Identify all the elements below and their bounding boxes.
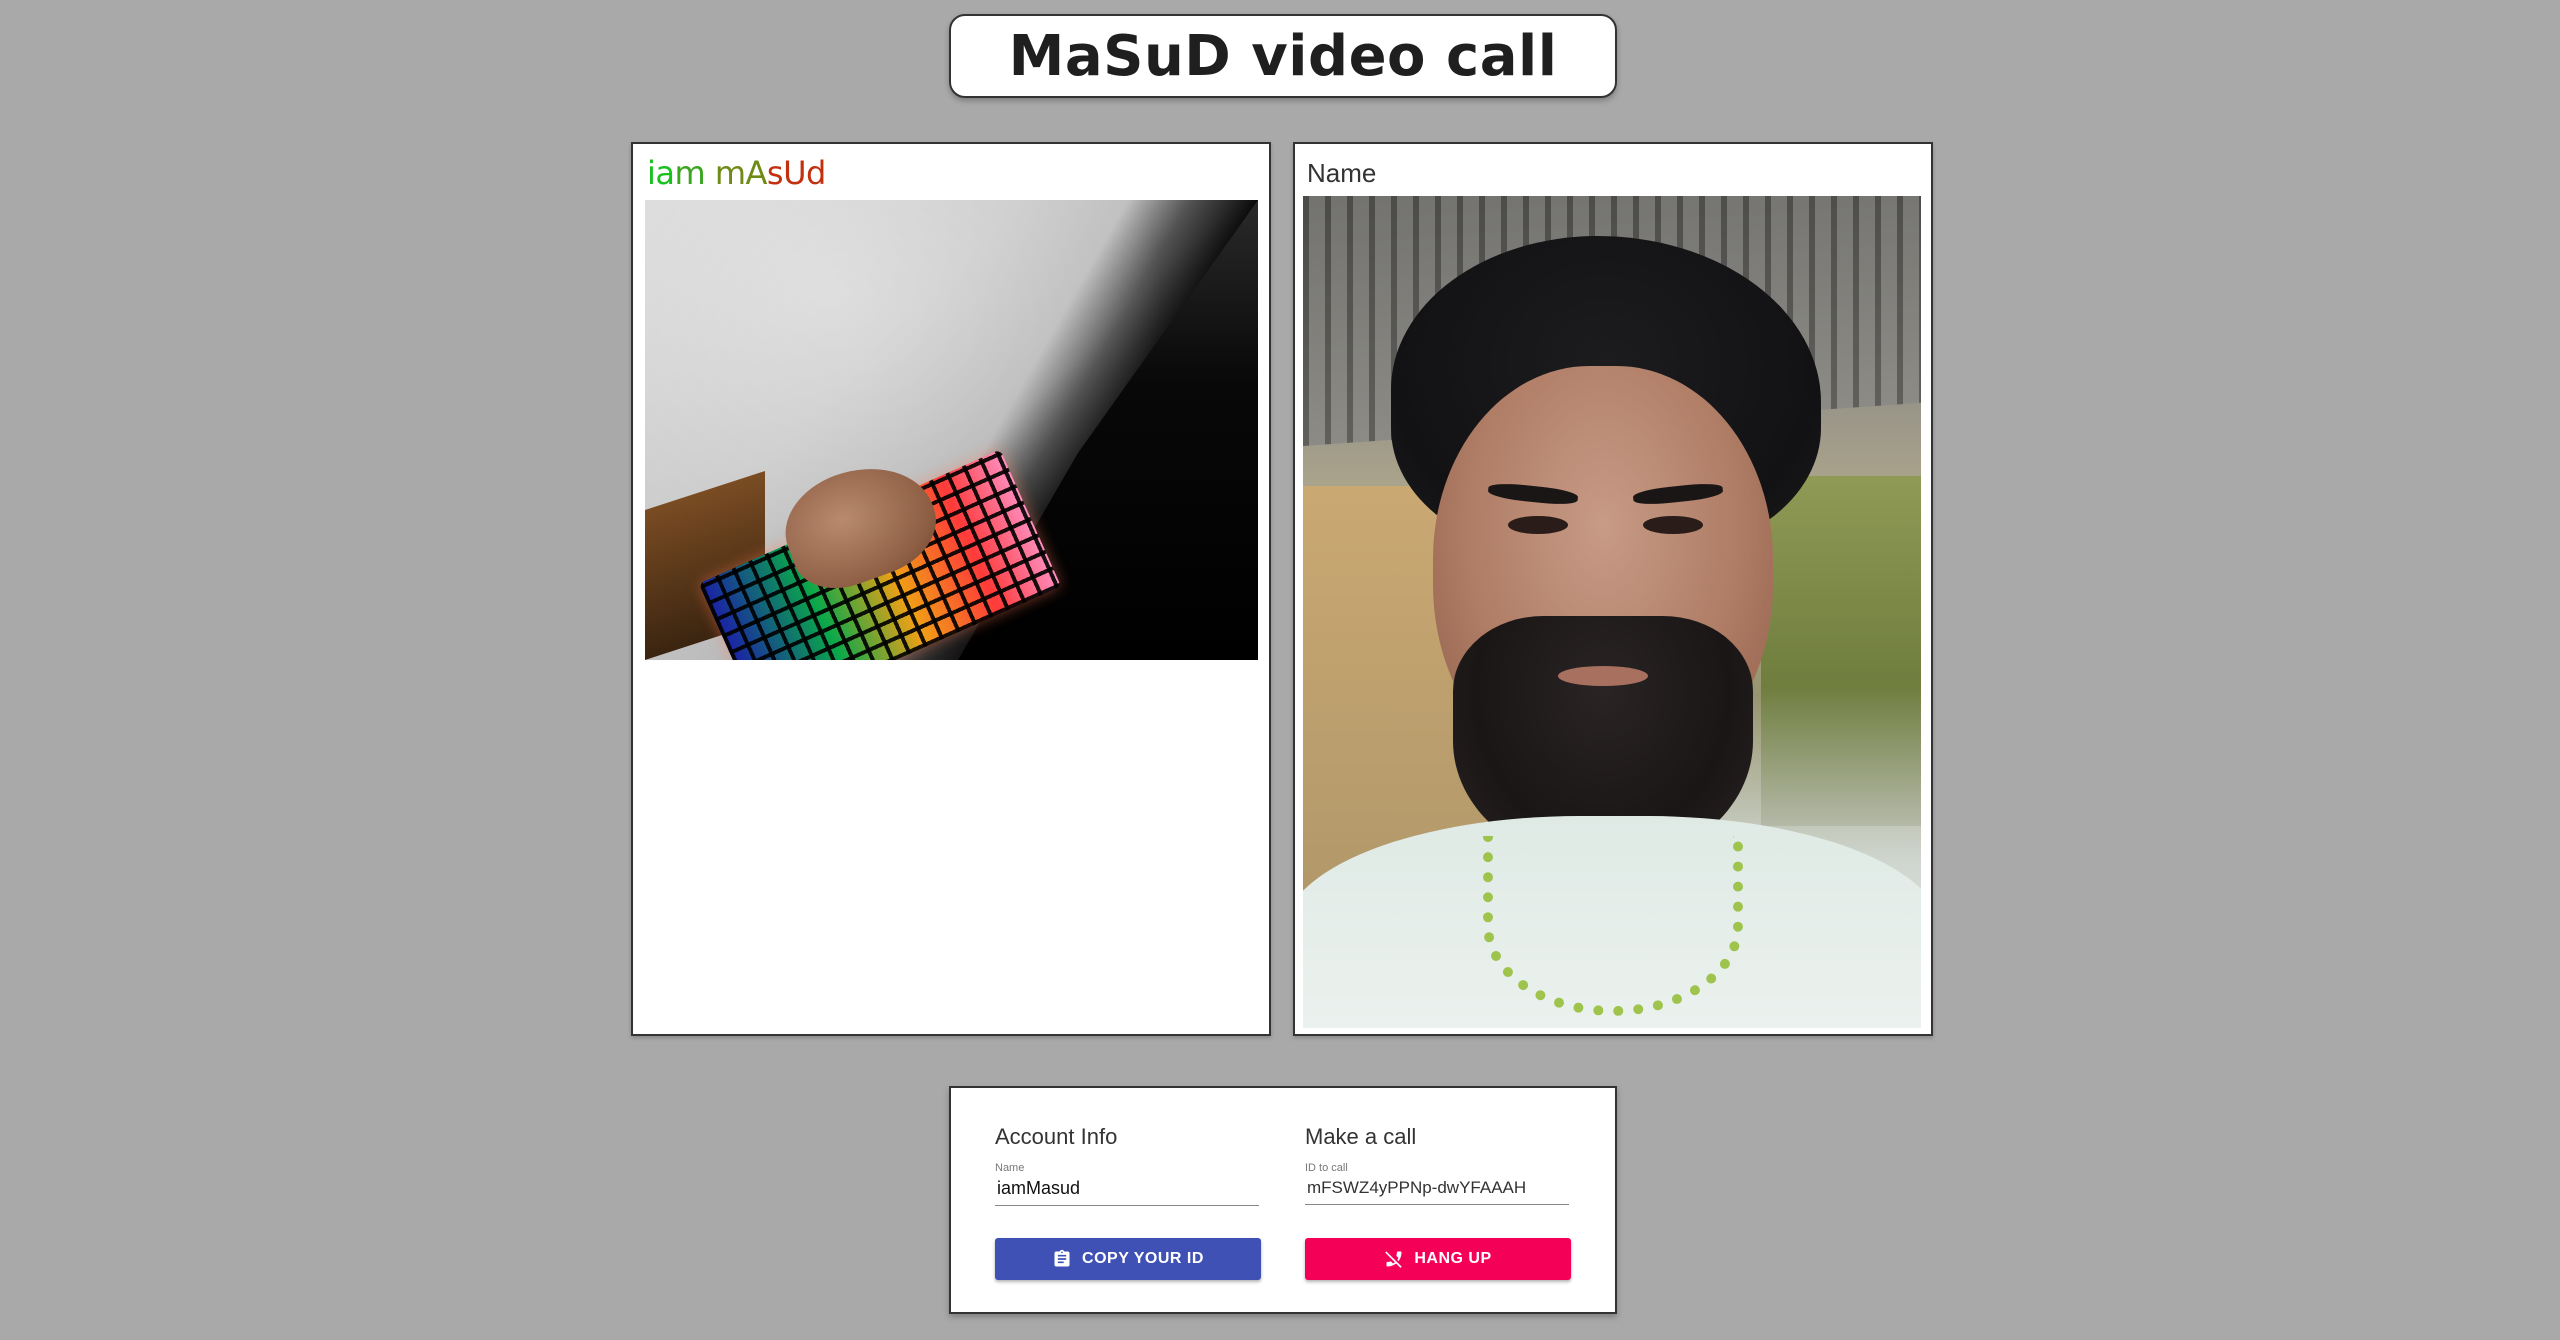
remote-video-stream xyxy=(1303,196,1921,1028)
local-name-part: m xyxy=(674,154,715,192)
account-info-section: Account Info Name xyxy=(995,1124,1259,1206)
local-video-stream xyxy=(645,200,1258,660)
person-mouth xyxy=(1558,666,1648,686)
local-name-part: mA xyxy=(714,154,768,192)
account-info-heading: Account Info xyxy=(995,1124,1118,1149)
person-eye xyxy=(1508,516,1568,534)
shirt-embroidery xyxy=(1483,836,1743,1016)
page-title: MaSuD video call xyxy=(1008,23,1558,89)
remote-user-name: Name xyxy=(1307,158,1377,188)
local-name-part: sUd xyxy=(766,154,826,192)
video-wall-right xyxy=(1761,476,1921,826)
make-call-heading: Make a call xyxy=(1305,1124,1417,1149)
controls-card: Account Info Name Make a call ID to call… xyxy=(949,1086,1617,1314)
hang-up-label: HANG UP xyxy=(1414,1250,1492,1267)
local-name-part: ia xyxy=(647,154,675,192)
id-to-call-input[interactable] xyxy=(1305,1174,1569,1205)
copy-id-button[interactable]: COPY YOUR ID xyxy=(995,1238,1261,1280)
clipboard-icon xyxy=(1054,1249,1070,1267)
local-user-name: iam mAsUd xyxy=(647,154,826,192)
phone-disabled-icon xyxy=(1385,1251,1403,1268)
person-eye xyxy=(1643,516,1703,534)
copy-id-label: COPY YOUR ID xyxy=(1082,1250,1204,1267)
hang-up-button[interactable]: HANG UP xyxy=(1305,1238,1571,1280)
name-input[interactable] xyxy=(995,1174,1259,1206)
name-field-label: Name xyxy=(995,1162,1025,1174)
make-call-section: Make a call ID to call xyxy=(1305,1124,1569,1205)
title-card: MaSuD video call xyxy=(949,14,1617,98)
local-video-card: iam mAsUd xyxy=(631,142,1271,1036)
remote-video-card: Name xyxy=(1293,142,1933,1036)
id-to-call-label: ID to call xyxy=(1305,1162,1348,1174)
